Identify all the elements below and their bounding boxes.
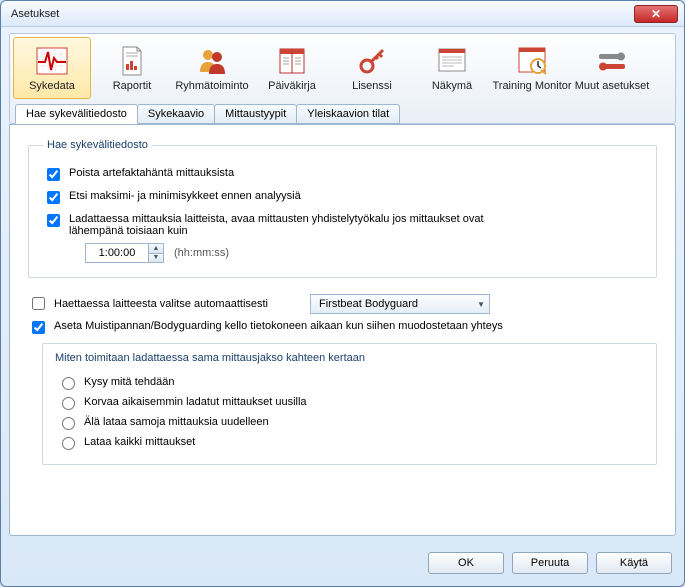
tab-yleiskaavion-tilat[interactable]: Yleiskaavion tilat	[296, 104, 400, 124]
toolbar-label: Training Monitor	[492, 80, 571, 92]
radio-ala-lataa[interactable]	[62, 417, 75, 430]
settings-window: Asetukset ✕ Sykedata	[0, 0, 685, 587]
toolbar-label: Muut asetukset	[575, 80, 650, 92]
combo-value: Firstbeat Bodyguard	[319, 298, 418, 310]
toolbar-label: Raportit	[113, 80, 152, 92]
group-hae-sykevalitiedosto: Hae sykevälitiedosto Poista artefaktahän…	[28, 139, 657, 278]
tab-mittaustyypit[interactable]: Mittaustyypit	[214, 104, 297, 124]
toolbar-item-paivakirja[interactable]: Päiväkirja	[253, 37, 331, 99]
checkbox-yhdistely[interactable]	[47, 214, 60, 227]
time-spinner[interactable]: ▲ ▼	[85, 243, 164, 263]
radio-label[interactable]: Kysy mitä tehdään	[84, 376, 175, 388]
checkbox-label[interactable]: Aseta Muistipannan/Bodyguarding kello ti…	[54, 320, 503, 332]
group-icon	[195, 44, 229, 78]
checkbox-label[interactable]: Etsi maksimi- ja minimisykkeet ennen ana…	[69, 190, 301, 202]
apply-button[interactable]: Käytä	[596, 552, 672, 574]
window-title: Asetukset	[11, 8, 634, 20]
time-hint: (hh:mm:ss)	[174, 247, 229, 259]
dialog-buttons: OK Peruuta Käytä	[1, 544, 684, 586]
radio-label[interactable]: Älä lataa samoja mittauksia uudelleen	[84, 416, 269, 428]
checkbox-label[interactable]: Poista artefaktahäntä mittauksista	[69, 167, 234, 179]
toolbar-item-sykedata[interactable]: Sykedata	[13, 37, 91, 99]
checkbox-aseta-kello[interactable]	[32, 321, 45, 334]
toolbar-label: Sykedata	[29, 80, 75, 92]
toolbar-label: Päiväkirja	[268, 80, 316, 92]
toolbar-item-lisenssi[interactable]: Lisenssi	[333, 37, 411, 99]
device-combo[interactable]: Firstbeat Bodyguard ▼	[310, 294, 490, 314]
radio-label[interactable]: Korvaa aikaisemmin ladatut mittaukset uu…	[84, 396, 307, 408]
group-duplicate-handling: Miten toimitaan ladattaessa sama mittaus…	[42, 343, 657, 465]
settings-icon	[595, 44, 629, 78]
toolbar-label: Lisenssi	[352, 80, 392, 92]
toolbar-item-nakyma[interactable]: Näkymä	[413, 37, 491, 99]
radio-kysy[interactable]	[62, 377, 75, 390]
checkbox-etsi-min-max[interactable]	[47, 191, 60, 204]
radio-korvaa[interactable]	[62, 397, 75, 410]
toolbar: Sykedata Raportit	[13, 37, 672, 99]
training-monitor-icon	[515, 44, 549, 78]
radio-lataa-kaikki[interactable]	[62, 437, 75, 450]
report-icon	[115, 44, 149, 78]
toolbar-container: Sykedata Raportit	[9, 33, 676, 124]
checkbox-auto-valitse[interactable]	[32, 297, 45, 310]
radio-label[interactable]: Lataa kaikki mittaukset	[84, 436, 195, 448]
tab-strip: Hae sykevälitiedosto Sykekaavio Mittaust…	[13, 104, 672, 124]
toolbar-item-raportit[interactable]: Raportit	[93, 37, 171, 99]
ok-button[interactable]: OK	[428, 552, 504, 574]
checkbox-label[interactable]: Haettaessa laitteesta valitse automaatti…	[54, 298, 304, 310]
toolbar-label: Näkymä	[432, 80, 472, 92]
toolbar-item-training-monitor[interactable]: Training Monitor	[493, 37, 571, 99]
toolbar-item-muut-asetukset[interactable]: Muut asetukset	[573, 37, 651, 99]
checkbox-poista-artefakta[interactable]	[47, 168, 60, 181]
cancel-button[interactable]: Peruuta	[512, 552, 588, 574]
chevron-down-icon: ▼	[477, 300, 485, 309]
tab-hae-sykevalitiedosto[interactable]: Hae sykevälitiedosto	[15, 104, 138, 124]
toolbar-label: Ryhmätoiminto	[175, 80, 248, 92]
checkbox-label[interactable]: Ladattaessa mittauksia laitteista, avaa …	[69, 213, 489, 237]
close-icon: ✕	[651, 7, 661, 21]
time-input[interactable]	[86, 244, 148, 262]
titlebar: Asetukset ✕	[1, 1, 684, 27]
diary-icon	[275, 44, 309, 78]
toolbar-item-ryhmatoiminto[interactable]: Ryhmätoiminto	[173, 37, 251, 99]
heart-rate-icon	[35, 44, 69, 78]
subgroup-legend: Miten toimitaan ladattaessa sama mittaus…	[51, 352, 369, 364]
group-legend: Hae sykevälitiedosto	[43, 139, 152, 151]
tab-panel: Hae sykevälitiedosto Poista artefaktahän…	[9, 124, 676, 536]
view-icon	[435, 44, 469, 78]
tab-sykekaavio[interactable]: Sykekaavio	[137, 104, 215, 124]
spinner-up-icon[interactable]: ▲	[149, 244, 163, 254]
spinner-down-icon[interactable]: ▼	[149, 254, 163, 263]
close-button[interactable]: ✕	[634, 5, 678, 23]
key-icon	[355, 44, 389, 78]
